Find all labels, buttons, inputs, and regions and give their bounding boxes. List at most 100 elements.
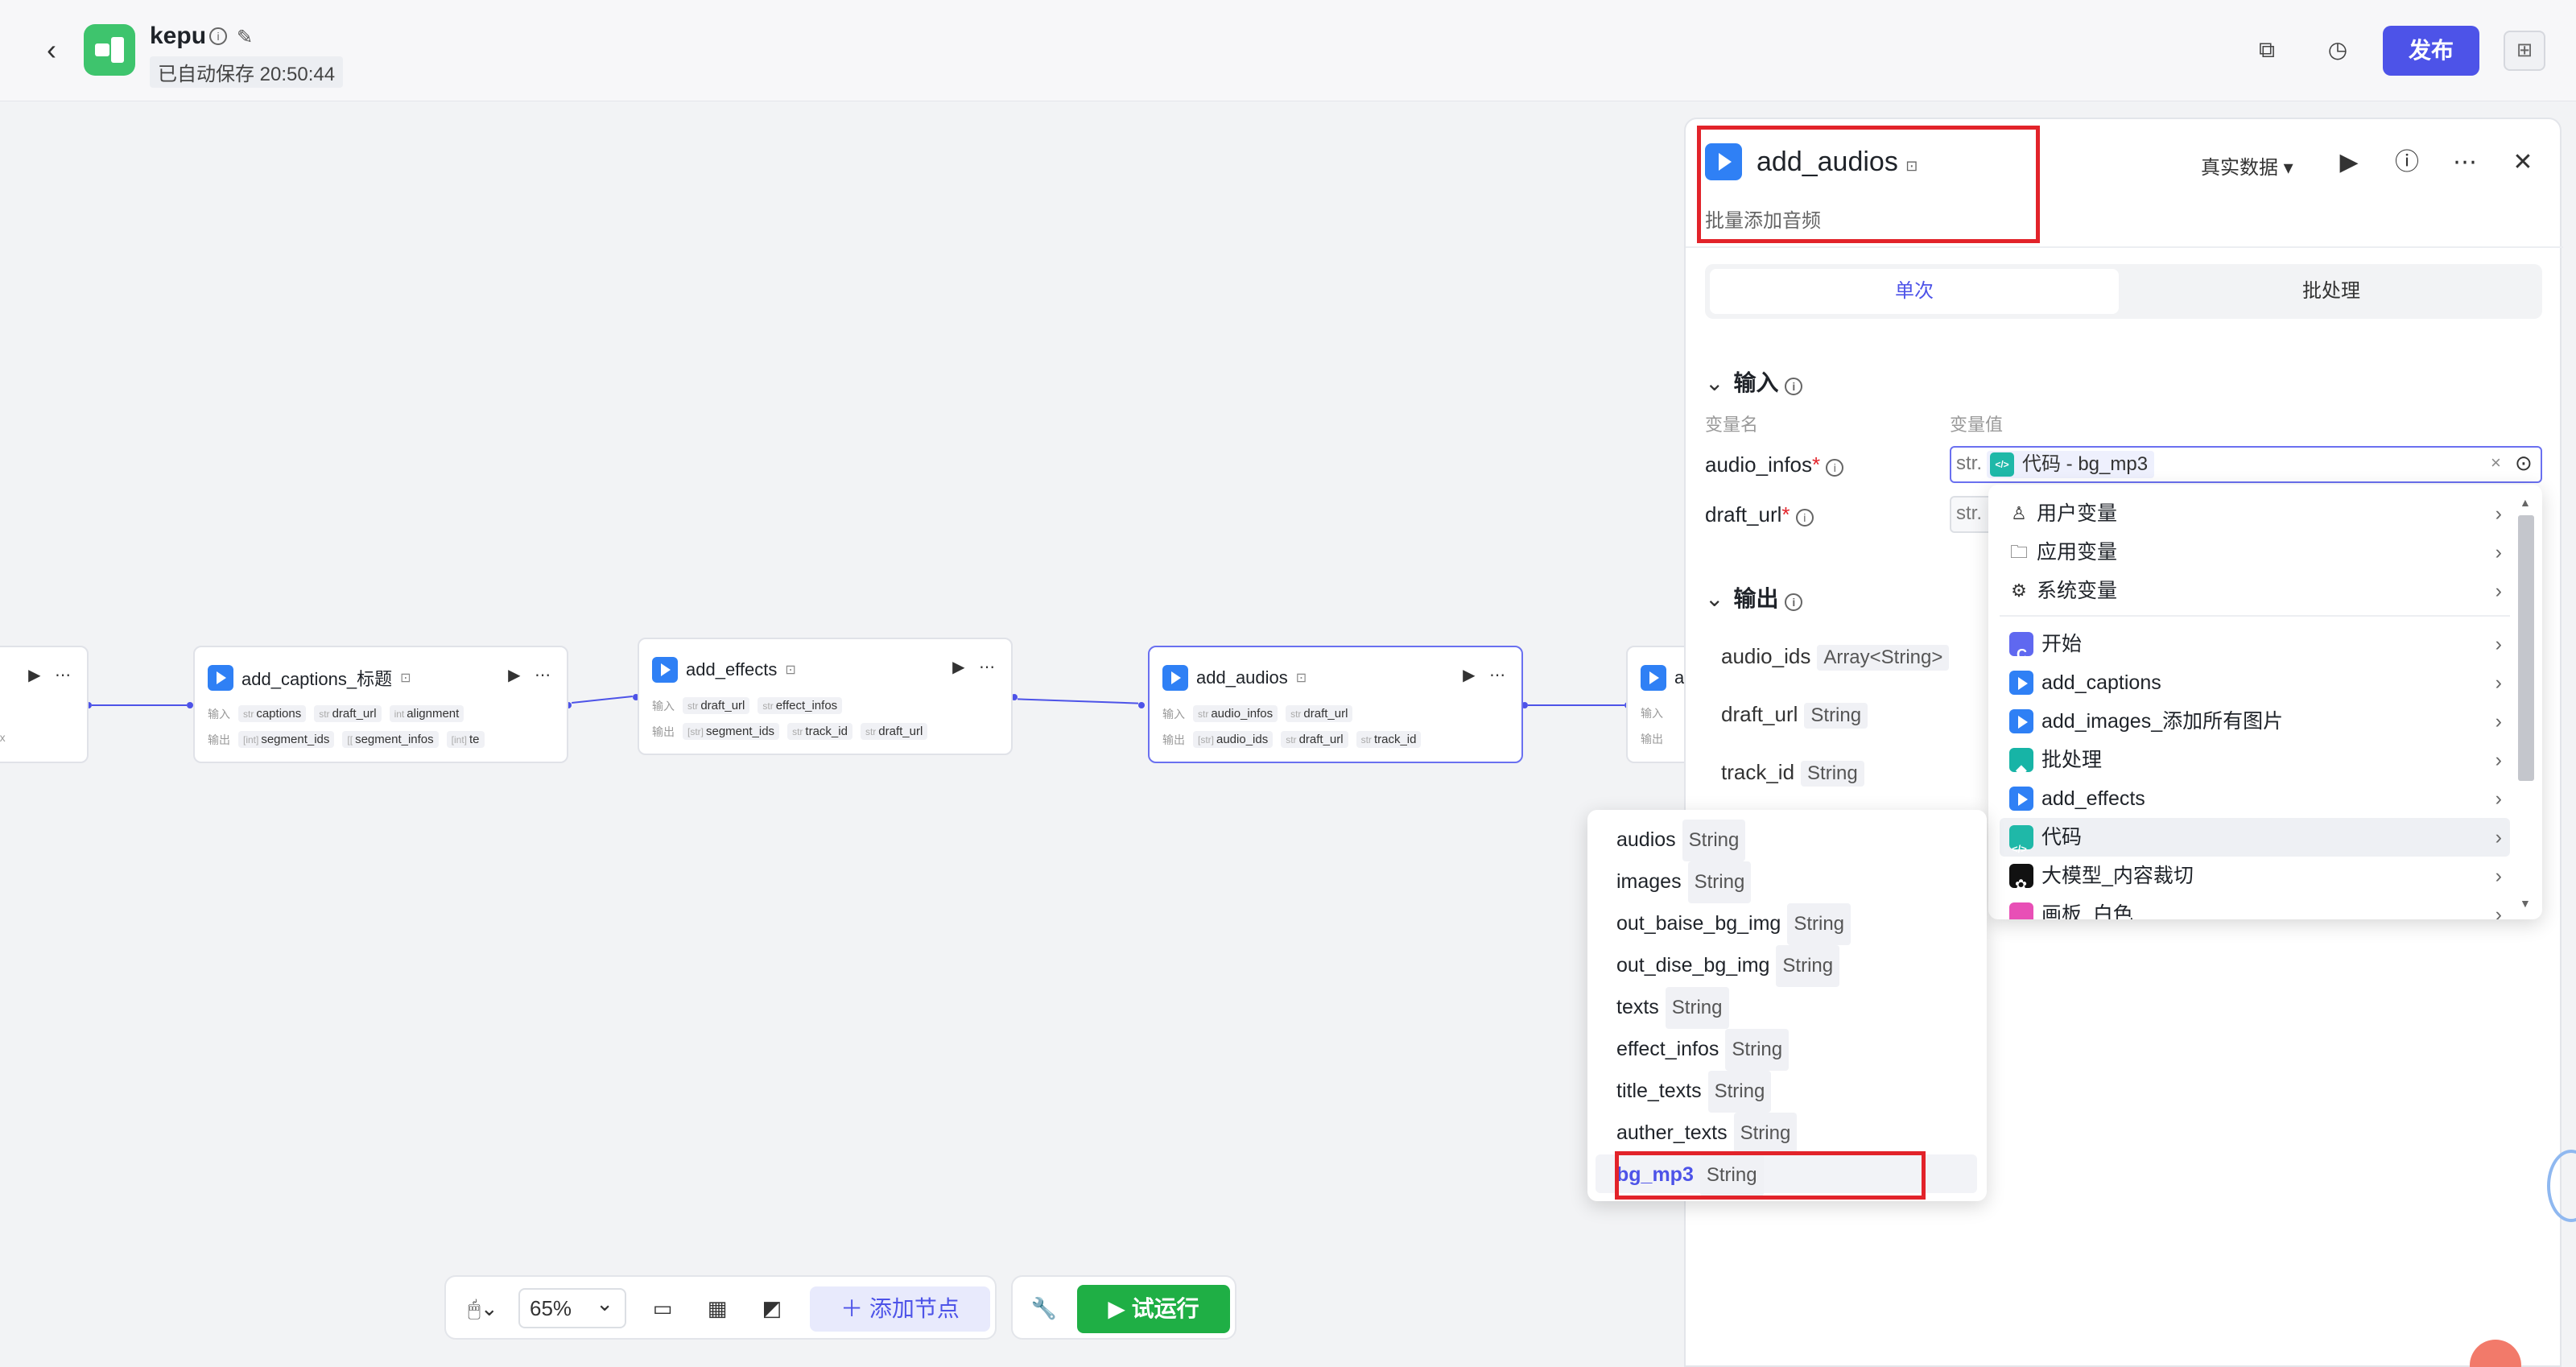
input-var-name: audio_infos* i (1705, 452, 1844, 477)
submenu-item[interactable]: audios String (1596, 820, 1977, 861)
save-icon: ⊡ (400, 671, 411, 685)
node-inputs: 输入 str draft_url str effect_infos (652, 697, 843, 714)
scrollbar-thumb[interactable] (2518, 515, 2534, 781)
plugin-icon (652, 657, 678, 683)
publish-button[interactable]: 发布 (2383, 26, 2479, 76)
node-actions[interactable]: ▶ ⋯ (28, 665, 76, 685)
save-icon: ⊡ (785, 663, 796, 677)
plugin-icon (2009, 671, 2033, 695)
comment-icon[interactable]: ▭ (642, 1286, 683, 1330)
dropdown-item-start[interactable]: 开始› (2000, 625, 2510, 674)
folder-icon: 🗀 (2009, 542, 2028, 562)
plugin-icon (1641, 665, 1666, 691)
edge (92, 704, 187, 706)
info-icon[interactable]: i (1795, 509, 1814, 527)
app-name: kepu (150, 23, 207, 49)
close-icon[interactable]: ✕ (2507, 147, 2539, 179)
edge (1018, 698, 1138, 704)
more-icon[interactable]: ⋯ (2449, 147, 2481, 179)
code-output-submenu: audios String images String out_baise_bg_i… (1587, 810, 1987, 1201)
debug-icon[interactable]: 🔧 (1024, 1286, 1064, 1330)
copy-icon[interactable]: ⧉ (2249, 32, 2285, 68)
input-section-header[interactable]: ⌄ 输入 i (1705, 365, 1803, 398)
zoom-select[interactable]: 65% (518, 1285, 626, 1328)
autosave-status: 已自动保存 20:50:44 (150, 56, 344, 88)
submenu-item[interactable]: out_dise_bg_img String (1596, 945, 1977, 987)
output-var: draft_url String (1721, 702, 1868, 729)
info-icon[interactable]: i (1785, 593, 1803, 611)
input-var-name: draft_url* i (1705, 502, 1814, 527)
help-icon[interactable]: ⓘ (2391, 147, 2423, 179)
workflow-node-add-audios[interactable]: add_audios ⊡ ▶ ⋯ 输入 str audio_infos str dra… (1148, 646, 1523, 763)
scroll-down-icon[interactable]: ▼ (2520, 897, 2531, 910)
node-inputs: 输入 str captions str draft_url int alignment (208, 705, 464, 722)
node-actions[interactable]: ▶ ⋯ (952, 657, 1000, 677)
dropdown-item-llm[interactable]: 大模型_内容裁切› (2000, 857, 2510, 904)
tab-batch[interactable]: 批处理 (2125, 269, 2537, 314)
submenu-item[interactable]: effect_infos String (1596, 1029, 1977, 1071)
duplicate-icon[interactable]: ⊞ (2504, 31, 2545, 71)
dropdown-item-code[interactable]: 代码› (2000, 818, 2510, 869)
run-toolbar: 🔧 ▶ 试运行 (1011, 1275, 1236, 1340)
tab-single[interactable]: 单次 (1710, 269, 2119, 314)
dropdown-item-user-vars[interactable]: ♙ 用户变量 › (2000, 494, 2510, 533)
plugin-icon (2009, 787, 2033, 811)
app-logo (84, 24, 135, 76)
layout-icon[interactable]: ▦ (697, 1286, 737, 1330)
workflow-node-add-captions[interactable]: add_captions_标题 ⊡ ▶ ⋯ 输入 str captions str d… (193, 646, 568, 763)
edge-port[interactable] (1138, 702, 1145, 708)
back-icon[interactable]: ‹ (35, 32, 68, 68)
dropdown-item-canvas[interactable]: 画板_白色 › (2000, 895, 2510, 919)
gear-icon: ⚙ (2011, 580, 2027, 601)
minimap-icon[interactable]: ◩ (752, 1286, 792, 1330)
output-section-header[interactable]: ⌄ 输出 i (1705, 581, 1803, 613)
variable-picker-icon[interactable]: ⊙ (2515, 451, 2533, 476)
run-icon[interactable]: ▶ (2333, 147, 2365, 179)
data-mode-select[interactable]: 真实数据 ▾ (2201, 151, 2293, 180)
plugin-icon (2009, 709, 2033, 733)
node-outputs: 输出 [str] audio_ids str draft_url str track_… (1162, 731, 1422, 748)
dropdown-item-batch[interactable]: 批处理› (2000, 741, 2510, 789)
scroll-up-icon[interactable]: ▲ (2520, 496, 2531, 509)
add-node-button[interactable]: ＋ 添加节点 (810, 1286, 990, 1332)
column-label-value: 变量值 (1950, 415, 2004, 435)
column-label-name: 变量名 (1705, 415, 1759, 435)
submenu-item[interactable]: title_texts String (1596, 1071, 1977, 1113)
output-var: track_id String (1721, 760, 1864, 787)
workflow-node-partial-left[interactable]: ▶ ⋯ nt tex (0, 646, 89, 763)
workflow-node-add-effects[interactable]: add_effects ⊡ ▶ ⋯ 输入 str draft_url str effe… (638, 638, 1013, 755)
history-icon[interactable]: ◷ (2320, 32, 2355, 68)
info-icon[interactable]: i (209, 27, 227, 45)
node-outputs: 输出 [int] segment_ids [[segment_infos [int… (208, 731, 485, 748)
node-inputs: 输入 str audio_infos str draft_url (1162, 705, 1353, 722)
info-icon[interactable]: i (1785, 378, 1803, 395)
user-icon: ♙ (2011, 503, 2027, 523)
mouse-mode-icon[interactable]: 🖱⌄ (459, 1286, 507, 1330)
submenu-item[interactable]: out_baise_bg_img String (1596, 903, 1977, 945)
edge (572, 696, 633, 704)
ai-model-icon (2009, 864, 2033, 904)
test-run-button[interactable]: ▶ 试运行 (1077, 1285, 1230, 1333)
node-actions[interactable]: ▶ ⋯ (1463, 665, 1510, 685)
submenu-item[interactable]: images String (1596, 861, 1977, 903)
edge (1528, 704, 1624, 706)
edge-port[interactable] (187, 702, 193, 708)
clear-icon[interactable]: × (2491, 452, 2501, 473)
code-icon: </> (1990, 452, 2014, 477)
dropdown-item-app-vars[interactable]: 🗀 应用变量 › (2000, 533, 2510, 572)
value-reference-chip[interactable]: </> 代码 - bg_mp3 (1987, 451, 2155, 478)
save-icon: ⊡ (1295, 671, 1307, 685)
info-icon[interactable]: i (1826, 459, 1844, 477)
output-var: audio_ids Array<String> (1721, 644, 1950, 671)
plugin-icon (208, 665, 233, 691)
submenu-item[interactable]: auther_texts String (1596, 1113, 1977, 1154)
edit-icon[interactable]: ✎ (237, 26, 253, 49)
audio-infos-value-field[interactable]: str. </> 代码 - bg_mp3 × ⊙ (1950, 446, 2542, 483)
node-outputs: 输出 [str] segment_ids str track_id str draft… (652, 723, 928, 740)
node-actions[interactable]: ▶ ⋯ (508, 665, 555, 685)
submenu-item[interactable]: texts String (1596, 987, 1977, 1029)
dropdown-item-add-effects[interactable]: add_effects › (2000, 779, 2510, 818)
dropdown-item-add-captions[interactable]: add_captions › (2000, 663, 2510, 702)
dropdown-item-add-images[interactable]: add_images_添加所有图片 › (2000, 702, 2510, 741)
dropdown-item-system-vars[interactable]: ⚙ 系统变量 › (2000, 572, 2510, 610)
